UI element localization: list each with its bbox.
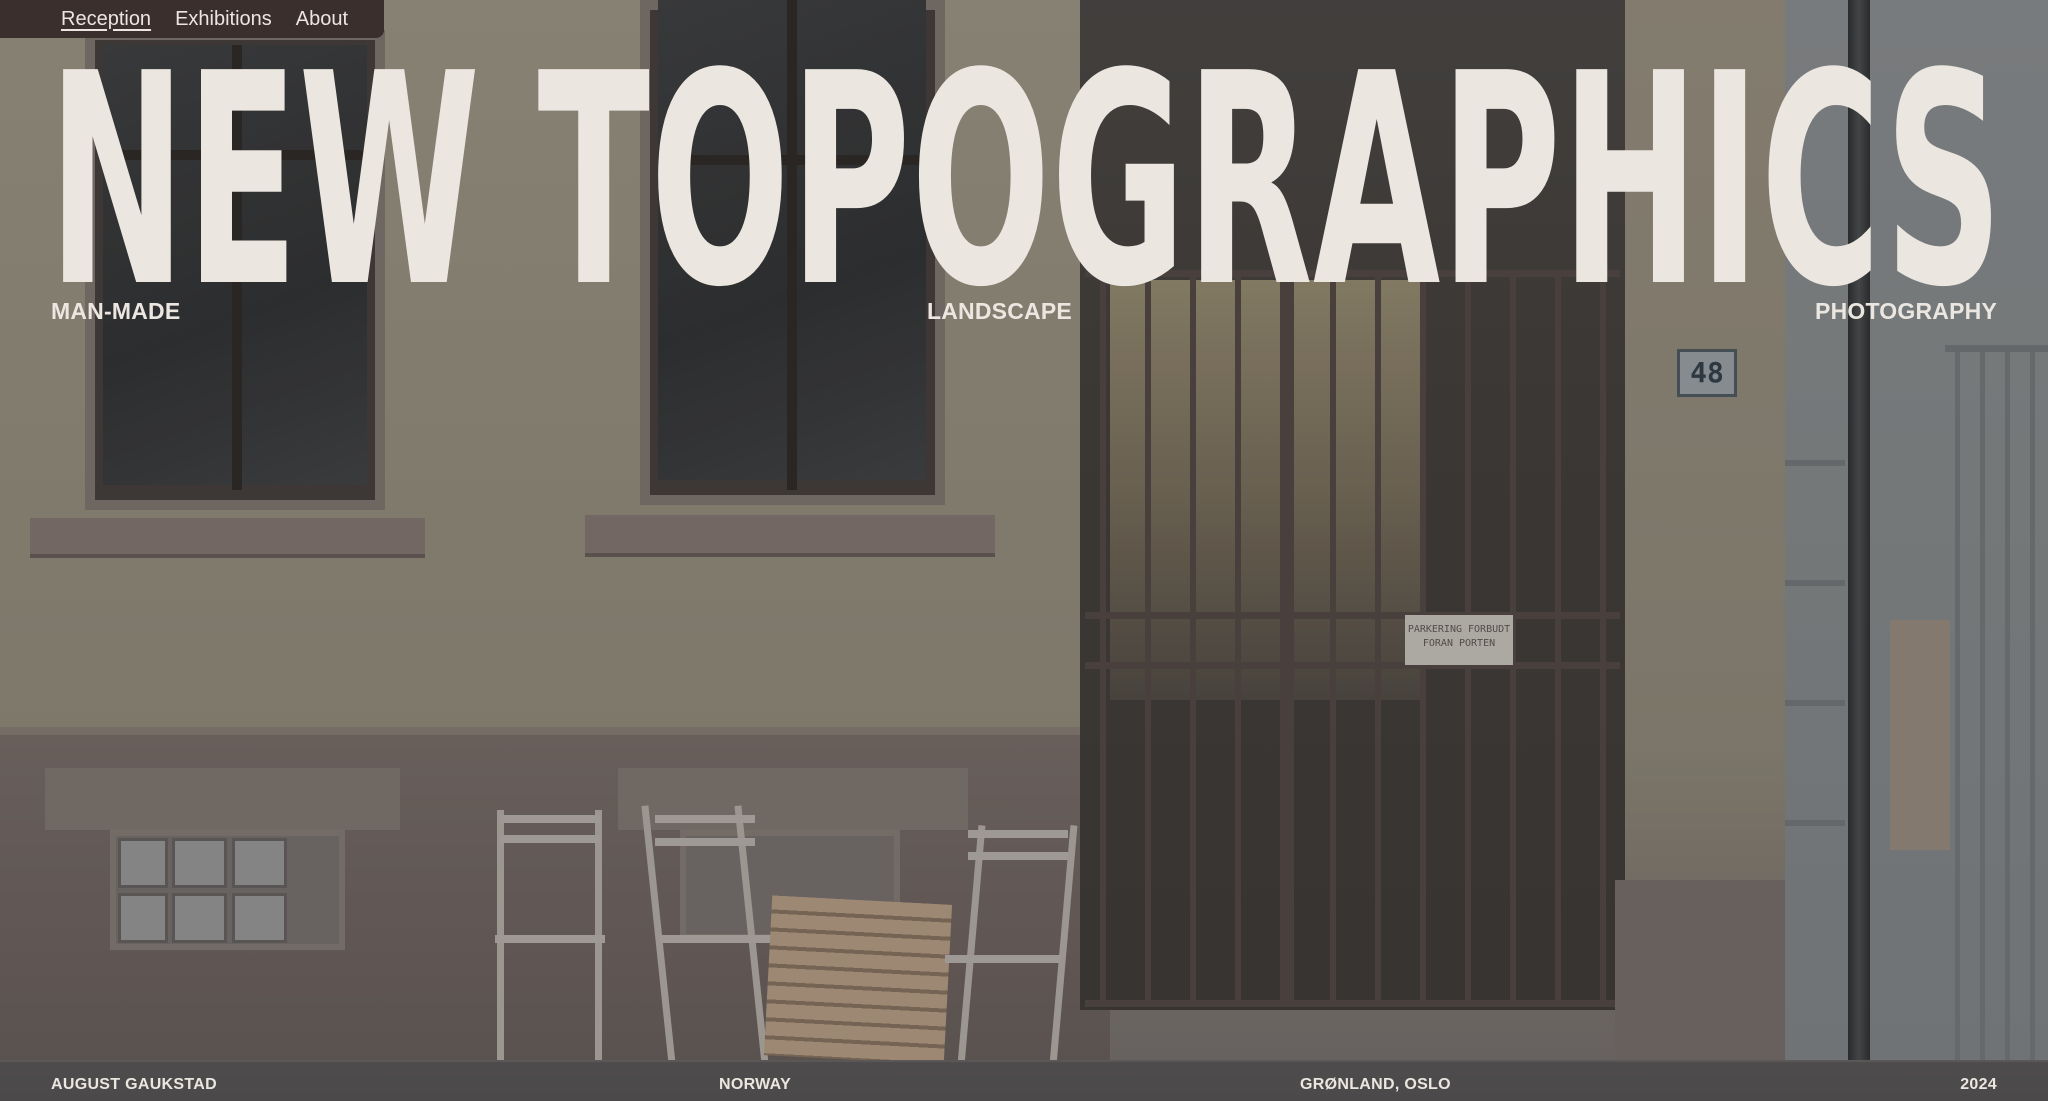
footer-location: GRØNLAND, OSLO bbox=[1300, 1076, 1451, 1093]
landing-page: PARKERING FORBUDT FORAN PORTEN 48 Recept… bbox=[0, 0, 2048, 1101]
footer-country: NORWAY bbox=[719, 1076, 792, 1093]
hero-title-svg: NEW TOPOGRAPHICS bbox=[48, 11, 2003, 351]
hero-subtitle-right: PHOTOGRAPHY bbox=[1815, 298, 1997, 324]
footer-year: 2024 bbox=[1960, 1076, 1997, 1093]
hero-subtitle-center: LANDSCAPE bbox=[927, 298, 1072, 324]
footer-bar bbox=[0, 1062, 2048, 1101]
footer-photographer: AUGUST GAUKSTAD bbox=[51, 1076, 217, 1093]
hero-subtitle-left: MAN-MADE bbox=[51, 298, 181, 324]
hero-title-container: NEW TOPOGRAPHICS bbox=[48, 11, 2003, 351]
